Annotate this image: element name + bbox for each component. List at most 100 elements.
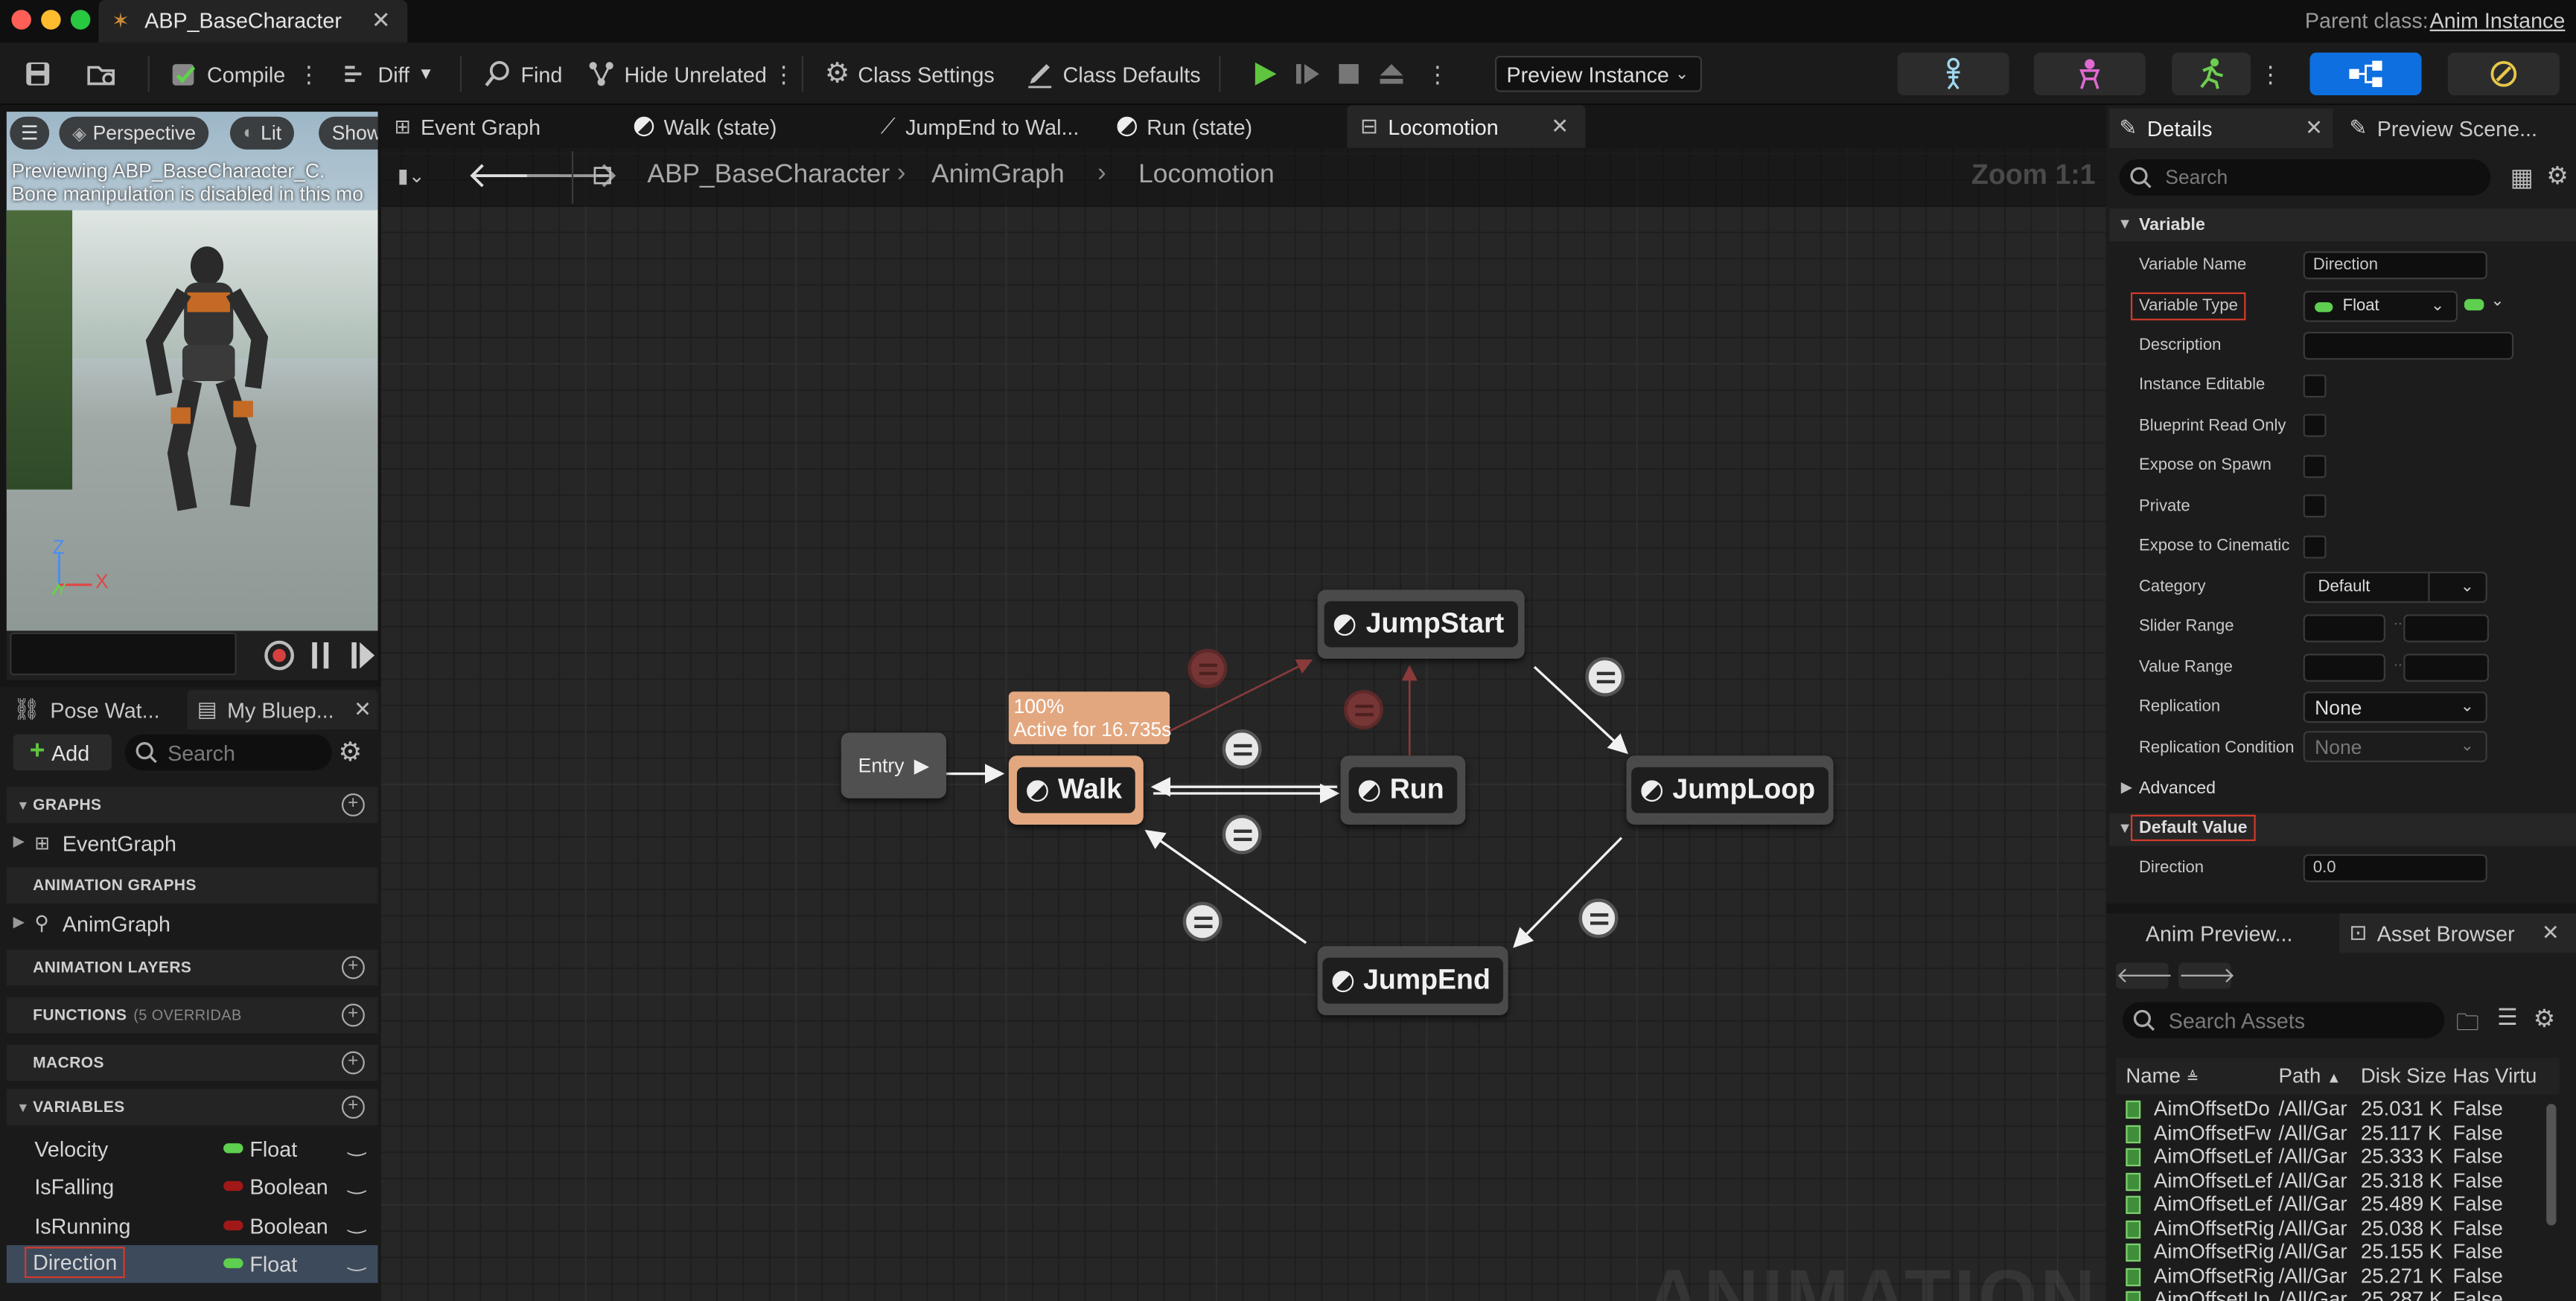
graphs-section-header[interactable]: ▼ GRAPHS +: [6, 787, 378, 823]
private-checkbox[interactable]: [2303, 494, 2327, 518]
value-range-max-input[interactable]: [2403, 653, 2489, 682]
table-row[interactable]: AimOffsetUp/All/Gar 25.287 K False: [2126, 1288, 2556, 1301]
state-node-jumpstart[interactable]: JumpStart: [1317, 589, 1525, 659]
details-search-input[interactable]: Search: [2119, 159, 2491, 196]
advanced-section-header[interactable]: ▶ Advanced: [2109, 772, 2576, 805]
table-row[interactable]: AimOffsetLef/All/Gar 25.333 K False: [2126, 1145, 2556, 1169]
add-graph-icon[interactable]: +: [341, 793, 365, 816]
transition-walk-to-jumpstart[interactable]: [1187, 648, 1228, 688]
column-path[interactable]: Path ▲: [2279, 1064, 2341, 1087]
variables-section-header[interactable]: ▼ VARIABLES +: [6, 1089, 378, 1125]
add-layer-icon[interactable]: +: [341, 956, 365, 979]
transition-run-to-walk[interactable]: [1222, 814, 1262, 854]
slider-range-min-input[interactable]: [2303, 614, 2385, 642]
table-view-icon[interactable]: ▦: [2510, 163, 2534, 193]
column-name[interactable]: Name ≜: [2126, 1064, 2199, 1087]
column-disk-size[interactable]: Disk Size: [2361, 1064, 2446, 1087]
breadcrumb-locomotion[interactable]: Locomotion: [1138, 161, 1275, 191]
breadcrumb-root[interactable]: ABP_BaseCharacter: [647, 161, 890, 191]
visibility-eye-icon[interactable]: ‿: [348, 1247, 366, 1273]
chevron-down-icon[interactable]: ⌄: [2490, 293, 2505, 310]
preview-instance-dropdown[interactable]: Preview Instance ⌄: [1495, 56, 1703, 92]
close-tab-icon[interactable]: ✕: [2542, 920, 2560, 946]
replication-dropdown[interactable]: None ⌄: [2303, 691, 2487, 723]
table-row[interactable]: AimOffsetRig/All/Gar 25.271 K False: [2126, 1264, 2556, 1288]
skeleton-mode-button[interactable]: [1897, 52, 2009, 96]
tab-preview-scene[interactable]: ✎ Preview Scene...: [2343, 109, 2573, 148]
mode-options-icon[interactable]: ⋮: [2259, 53, 2282, 95]
transition-jumploop-to-jumpend[interactable]: [1578, 898, 1619, 939]
list-item-eventgraph[interactable]: ▶ ⊞ EventGraph: [7, 826, 378, 864]
list-item-animgraph[interactable]: ▶ ⚲ AnimGraph: [7, 907, 378, 944]
step-button[interactable]: [1293, 53, 1323, 95]
column-has-virtual[interactable]: Has Virtu: [2452, 1064, 2545, 1087]
add-variable-icon[interactable]: +: [341, 1096, 365, 1119]
transition-jumpstart-to-jumploop[interactable]: [1585, 656, 1625, 697]
compile-options-icon[interactable]: ⋮: [297, 53, 320, 95]
search-input[interactable]: Search: [124, 734, 332, 771]
variable-row-direction[interactable]: Direction Float ‿: [6, 1244, 378, 1283]
viewport-menu-button[interactable]: ☰: [10, 116, 50, 150]
entry-node[interactable]: Entry ▶: [841, 732, 947, 799]
timeline-scrubber[interactable]: [10, 632, 237, 676]
add-macro-icon[interactable]: +: [341, 1051, 365, 1075]
mesh-mode-button[interactable]: [2033, 52, 2146, 96]
table-row[interactable]: AimOffsetFw/All/Gar 25.117 K False: [2126, 1121, 2556, 1145]
save-button[interactable]: [23, 53, 53, 95]
record-button[interactable]: [264, 640, 294, 671]
animation-graphs-section-header[interactable]: ANIMATION GRAPHS: [6, 867, 378, 904]
close-tab-icon[interactable]: ✕: [2305, 115, 2323, 141]
forward-button[interactable]: 🡒: [2178, 962, 2236, 989]
hide-unrelated-button[interactable]: Hide Unrelated: [587, 53, 767, 95]
expose-on-spawn-checkbox[interactable]: [2303, 455, 2327, 479]
table-row[interactable]: AimOffsetRig/All/Gar 25.038 K False: [2126, 1216, 2556, 1240]
asset-list-scrollbar[interactable]: [2546, 1104, 2557, 1226]
hide-unrelated-options-icon[interactable]: ⋮: [772, 53, 795, 95]
gear-icon[interactable]: ⚙: [2534, 1004, 2556, 1034]
visibility-eye-icon[interactable]: ‿: [348, 1169, 366, 1195]
tab-locomotion[interactable]: ⊟ Locomotion ✕: [1347, 105, 1586, 148]
expose-cinematic-checkbox[interactable]: [2303, 535, 2327, 559]
folder-icon[interactable]: 🗀: [2456, 1006, 2479, 1045]
close-tab-icon[interactable]: ✕: [354, 697, 372, 723]
tab-event-graph[interactable]: ⊞ Event Graph: [381, 105, 611, 147]
tab-my-blueprint[interactable]: ▤ My Bluep... ✕: [187, 689, 378, 729]
state-node-jumpend[interactable]: JumpEnd: [1317, 946, 1508, 1015]
play-options-icon[interactable]: ⋮: [1426, 53, 1449, 95]
animation-layers-section-header[interactable]: ANIMATION LAYERS +: [6, 949, 378, 986]
tab-details[interactable]: ✎ Details ✕: [2109, 108, 2333, 148]
browse-button[interactable]: [86, 53, 118, 95]
maximize-window-button[interactable]: [70, 10, 91, 30]
variable-name-input[interactable]: Direction: [2303, 251, 2487, 280]
transition-run-to-jumpstart[interactable]: [1343, 689, 1383, 729]
add-function-icon[interactable]: +: [341, 1003, 365, 1027]
pause-button[interactable]: [312, 642, 329, 669]
variable-row-isfalling[interactable]: IsFalling Boolean ‿: [7, 1168, 378, 1206]
variable-type-dropdown[interactable]: Float ⌄: [2303, 290, 2458, 322]
show-button[interactable]: Show: [319, 116, 378, 150]
close-tab-icon[interactable]: ✕: [1551, 113, 1569, 139]
minimize-window-button[interactable]: [41, 10, 61, 30]
macros-section-header[interactable]: MACROS +: [6, 1044, 378, 1081]
replication-condition-dropdown[interactable]: None ⌄: [2303, 731, 2487, 763]
instance-editable-checkbox[interactable]: [2303, 374, 2327, 398]
gear-icon[interactable]: ⚙: [2546, 161, 2569, 191]
slider-range-max-input[interactable]: [2403, 614, 2489, 642]
visibility-eye-icon[interactable]: ‿: [348, 1209, 366, 1235]
variable-row-velocity[interactable]: Velocity Float ‿: [7, 1130, 378, 1168]
state-node-jumploop[interactable]: JumpLoop: [1626, 755, 1834, 825]
blueprint-mode-button[interactable]: [2309, 52, 2422, 96]
functions-section-header[interactable]: FUNCTIONS (5 OVERRIDAB +: [6, 997, 378, 1034]
variable-row-isrunning[interactable]: IsRunning Boolean ‿: [7, 1207, 378, 1245]
transition-walk-to-run[interactable]: [1222, 729, 1262, 769]
parent-class-link[interactable]: Anim Instance: [2430, 8, 2566, 33]
variable-section-header[interactable]: ▼ Variable: [2109, 208, 2576, 242]
close-tab-icon[interactable]: ✕: [372, 7, 391, 35]
table-row[interactable]: AimOffsetRig/All/Gar 25.155 K False: [2126, 1240, 2556, 1264]
transition-jumpend-to-walk[interactable]: [1182, 901, 1222, 942]
blueprint-read-only-checkbox[interactable]: [2303, 414, 2327, 438]
visibility-eye-icon[interactable]: ‿: [348, 1132, 366, 1158]
physics-mode-button[interactable]: [2447, 52, 2560, 96]
lit-button[interactable]: ◐ Lit: [229, 116, 295, 150]
asset-search-input[interactable]: Search Assets: [2122, 1002, 2445, 1038]
